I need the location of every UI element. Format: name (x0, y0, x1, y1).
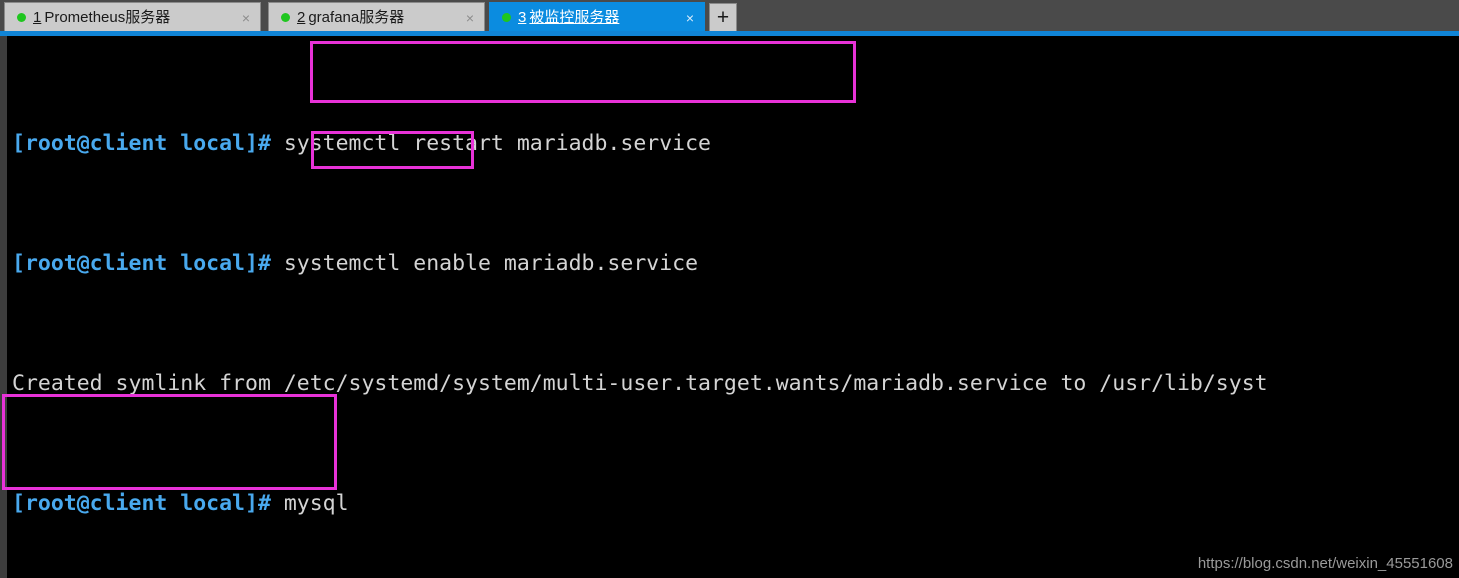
terminal-pane[interactable]: [root@client local]# systemctl restart m… (0, 36, 1459, 578)
tab-number: 3 (518, 9, 527, 26)
terminal-screen: [root@client local]# systemctl restart m… (12, 39, 1459, 578)
shell-command: systemctl restart mariadb.service (283, 131, 711, 156)
watermark-url: https://blog.csdn.net/weixin_45551608 (1197, 555, 1453, 572)
tab-monitored-server[interactable]: 3 被监控服务器 × (489, 2, 705, 33)
tab-label: 被监控服务器 (529, 9, 620, 26)
tab-number: 1 (33, 9, 42, 26)
tab-status-dot-icon (281, 13, 290, 22)
new-tab-button[interactable]: + (709, 3, 737, 32)
tab-number: 2 (297, 9, 306, 26)
terminal-line: Created symlink from /etc/systemd/system… (12, 369, 1459, 399)
shell-prompt: [root@client local]# (12, 251, 284, 276)
command-output: Created symlink from /etc/systemd/system… (12, 371, 1268, 396)
tab-label: grafana服务器 (308, 9, 405, 26)
tab-status-dot-icon (17, 13, 26, 22)
terminal-line: [root@client local]# systemctl restart m… (12, 129, 1459, 159)
terminal-line: [root@client local]# systemctl enable ma… (12, 249, 1459, 279)
tab-status-dot-icon (502, 13, 511, 22)
shell-command: mysql (283, 491, 349, 516)
close-icon[interactable]: × (242, 11, 250, 25)
shell-command: systemctl enable mariadb.service (283, 251, 699, 276)
shell-prompt: [root@client local]# (12, 491, 284, 516)
tab-label: Prometheus服务器 (44, 9, 171, 26)
shell-prompt: [root@client local]# (12, 131, 284, 156)
close-icon[interactable]: × (686, 11, 694, 25)
tab-grafana-server[interactable]: 2 grafana服务器 × (268, 2, 485, 33)
terminal-line: [root@client local]# mysql (12, 489, 1459, 519)
close-icon[interactable]: × (466, 11, 474, 25)
tab-prometheus-server[interactable]: 1 Prometheus服务器 × (4, 2, 261, 33)
